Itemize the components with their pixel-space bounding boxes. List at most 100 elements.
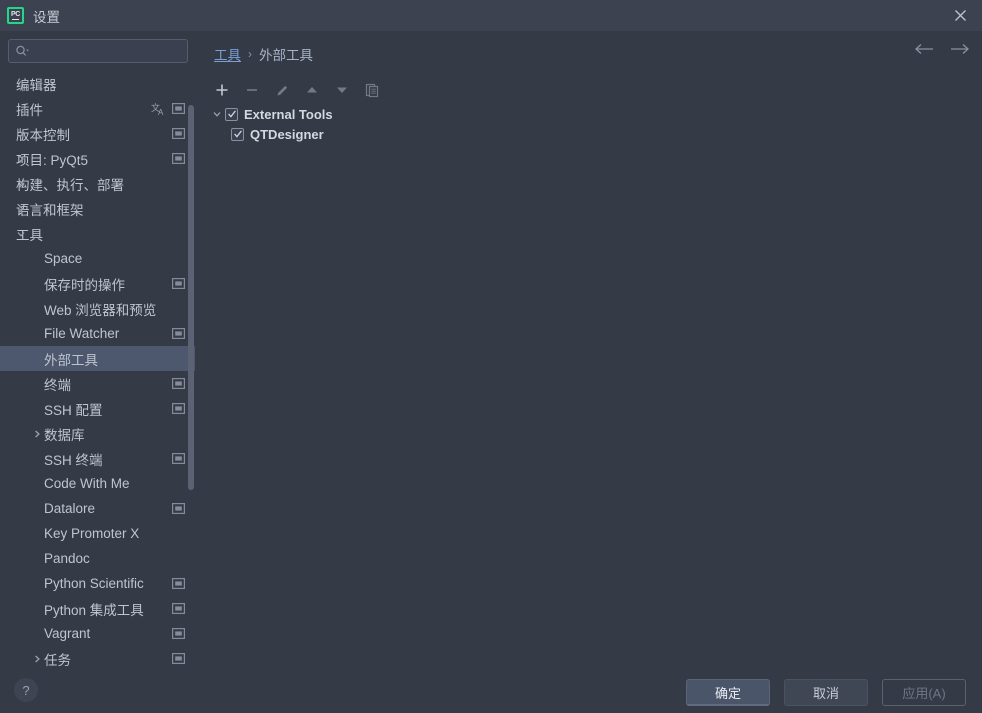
edit-button[interactable] xyxy=(273,81,291,99)
sidebar-item-label: Vagrant xyxy=(44,626,91,641)
sidebar-item-23[interactable]: 任务 xyxy=(0,646,195,671)
sidebar-item-2[interactable]: 版本控制 xyxy=(0,121,195,146)
external-tools-tree: External Tools QTDesigner xyxy=(209,104,333,144)
ok-button[interactable]: 确定 xyxy=(686,679,770,706)
pycharm-logo-bar xyxy=(12,18,19,21)
sidebar-item-icons: 文A xyxy=(151,102,185,116)
search-box[interactable] xyxy=(8,39,189,63)
checkbox-qtdesigner[interactable] xyxy=(231,127,244,141)
breadcrumb: 工具 › 外部工具 xyxy=(214,44,313,64)
chevron-right-icon[interactable] xyxy=(14,204,28,214)
cancel-button[interactable]: 取消 xyxy=(784,679,868,706)
sidebar-item-label: Key Promoter X xyxy=(44,526,140,541)
sidebar-item-22[interactable]: Vagrant xyxy=(0,621,195,646)
sidebar-item-19[interactable]: Pandoc xyxy=(0,546,195,571)
dialog-button-bar: 确定 取消 应用(A) xyxy=(0,672,982,713)
sidebar-item-13[interactable]: SSH 配置 xyxy=(0,396,195,421)
chevron-right-icon[interactable] xyxy=(14,154,28,164)
sidebar-item-8[interactable]: 保存时的操作 xyxy=(0,271,195,296)
project-scope-icon xyxy=(172,603,185,614)
arrow-right-icon[interactable] xyxy=(950,43,970,55)
sidebar-scrollbar[interactable] xyxy=(188,105,194,490)
sidebar-item-18[interactable]: Key Promoter X xyxy=(0,521,195,546)
search-input[interactable] xyxy=(30,44,189,58)
svg-text:A: A xyxy=(158,108,164,116)
sidebar-item-icons xyxy=(172,603,185,614)
sidebar-item-label: Pandoc xyxy=(44,551,90,566)
tree-row-child[interactable]: QTDesigner xyxy=(209,124,333,144)
sidebar-item-20[interactable]: Python Scientific xyxy=(0,571,195,596)
checkbox-external-tools[interactable] xyxy=(225,107,238,121)
sidebar-item-label: File Watcher xyxy=(44,326,120,341)
sidebar-item-label: Code With Me xyxy=(44,476,130,491)
move-down-button[interactable] xyxy=(333,81,351,99)
search-icon xyxy=(15,45,30,58)
sidebar-item-0[interactable]: 编辑器 xyxy=(0,71,195,96)
sidebar-item-21[interactable]: Python 集成工具 xyxy=(0,596,195,621)
close-icon[interactable] xyxy=(948,4,972,26)
translate-icon: 文A xyxy=(151,102,166,116)
project-scope-icon xyxy=(172,653,185,664)
chevron-right-icon[interactable] xyxy=(14,179,28,189)
project-scope-icon xyxy=(172,403,185,414)
sidebar-item-label: Space xyxy=(44,251,83,266)
chevron-right-icon[interactable] xyxy=(30,429,44,439)
sidebar-item-11[interactable]: 外部工具 xyxy=(0,346,195,371)
copy-button[interactable] xyxy=(363,81,381,99)
sidebar-item-14[interactable]: 数据库 xyxy=(0,421,195,446)
sidebar-item-label: SSH 终端 xyxy=(44,452,103,468)
sidebar-item-label: Python 集成工具 xyxy=(44,602,144,618)
sidebar-item-label: 插件 xyxy=(16,102,43,118)
sidebar-item-icons xyxy=(172,578,185,589)
sidebar-item-5[interactable]: 语言和框架 xyxy=(0,196,195,221)
tree-label-child: QTDesigner xyxy=(250,126,324,142)
sidebar-item-6[interactable]: 工具 xyxy=(0,221,195,246)
project-scope-icon xyxy=(172,128,185,139)
sidebar-item-10[interactable]: File Watcher xyxy=(0,321,195,346)
sidebar-item-label: 外部工具 xyxy=(44,352,98,368)
sidebar-item-label: 保存时的操作 xyxy=(44,277,125,293)
navigation-arrows xyxy=(914,43,970,55)
sidebar-item-icons xyxy=(172,128,185,139)
breadcrumb-separator: › xyxy=(248,47,252,61)
external-tools-toolbar xyxy=(213,81,381,99)
breadcrumb-parent[interactable]: 工具 xyxy=(214,44,241,64)
project-scope-icon xyxy=(172,503,185,514)
remove-button[interactable] xyxy=(243,81,261,99)
sidebar-item-12[interactable]: 终端 xyxy=(0,371,195,396)
chevron-down-icon[interactable] xyxy=(14,229,28,239)
search-field-wrapper xyxy=(8,39,189,63)
sidebar-item-1[interactable]: 插件 文 A xyxy=(0,96,195,121)
move-up-button[interactable] xyxy=(303,81,321,99)
chevron-down-icon[interactable] xyxy=(209,109,225,119)
project-scope-icon xyxy=(172,628,185,639)
sidebar-item-label: 任务 xyxy=(44,652,71,668)
sidebar-item-icons xyxy=(172,628,185,639)
add-button[interactable] xyxy=(213,81,231,99)
sidebar-item-label: Python Scientific xyxy=(44,576,144,591)
sidebar-item-16[interactable]: Code With Me xyxy=(0,471,195,496)
project-scope-icon xyxy=(172,153,185,164)
sidebar-item-7[interactable]: Space xyxy=(0,246,195,271)
tree-row-root[interactable]: External Tools xyxy=(209,104,333,124)
sidebar-item-label: 终端 xyxy=(44,377,71,393)
project-scope-icon xyxy=(172,378,185,389)
sidebar-item-9[interactable]: Web 浏览器和预览 xyxy=(0,296,195,321)
pycharm-logo-text: PC xyxy=(10,10,21,18)
sidebar-item-17[interactable]: Datalore xyxy=(0,496,195,521)
project-scope-icon xyxy=(172,453,185,464)
sidebar-item-3[interactable]: 项目: PyQt5 xyxy=(0,146,195,171)
sidebar-item-label: SSH 配置 xyxy=(44,402,103,418)
sidebar-item-icons xyxy=(172,328,185,339)
sidebar-item-4[interactable]: 构建、执行、部署 xyxy=(0,171,195,196)
settings-sidebar: 编辑器插件 文 A 版本控制 项目: PyQt5 构建、执行、部署 语言和框架 工具 Space… xyxy=(0,71,195,672)
project-scope-icon xyxy=(172,103,185,114)
sidebar-item-icons xyxy=(172,653,185,664)
chevron-right-icon[interactable] xyxy=(14,129,28,139)
chevron-right-icon[interactable] xyxy=(30,654,44,664)
sidebar-item-15[interactable]: SSH 终端 xyxy=(0,446,195,471)
sidebar-item-icons xyxy=(172,378,185,389)
sidebar-item-icons xyxy=(172,278,185,289)
arrow-left-icon[interactable] xyxy=(914,43,934,55)
sidebar-item-icons xyxy=(172,453,185,464)
